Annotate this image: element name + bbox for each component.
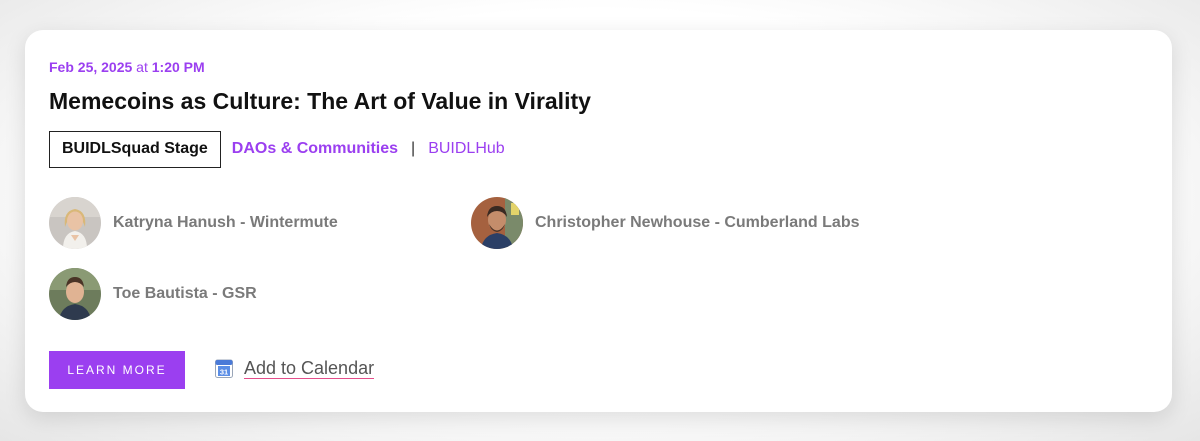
event-tags: BUIDLSquad Stage DAOs & Communities | BU… [49, 130, 505, 168]
calendar-icon-day: 31 [220, 368, 228, 377]
speaker-item: Christopher Newhouse - Cumberland Labs [471, 197, 859, 249]
speaker-avatar [471, 197, 523, 249]
learn-more-button[interactable]: LEARN MORE [49, 351, 185, 389]
event-at: at [136, 59, 148, 75]
stage-badge: BUIDLSquad Stage [49, 130, 221, 168]
calendar-icon: 31 [215, 359, 233, 378]
track-link[interactable]: DAOs & Communities [232, 140, 398, 158]
speaker-avatar [49, 268, 101, 320]
add-to-calendar-link[interactable]: 31 Add to Calendar [215, 358, 375, 379]
speaker-name: Toe Bautista - GSR [113, 285, 257, 302]
venue-link[interactable]: BUIDLHub [428, 140, 504, 158]
speaker-name: Katryna Hanush - Wintermute [113, 214, 338, 231]
add-to-calendar-label: Add to Calendar [244, 358, 375, 379]
event-title: Memecoins as Culture: The Art of Value i… [49, 88, 591, 114]
event-datetime: Feb 25, 2025 at 1:20 PM [49, 59, 205, 75]
event-card: Feb 25, 2025 at 1:20 PM Memecoins as Cul… [25, 30, 1172, 412]
speaker-avatar [49, 197, 101, 249]
speaker-item: Toe Bautista - GSR [49, 268, 257, 320]
speaker-name: Christopher Newhouse - Cumberland Labs [535, 214, 860, 231]
speaker-item: Katryna Hanush - Wintermute [49, 197, 338, 249]
event-date: Feb 25, 2025 [49, 59, 133, 75]
event-time: 1:20 PM [151, 59, 205, 75]
tag-separator: | [411, 140, 416, 157]
